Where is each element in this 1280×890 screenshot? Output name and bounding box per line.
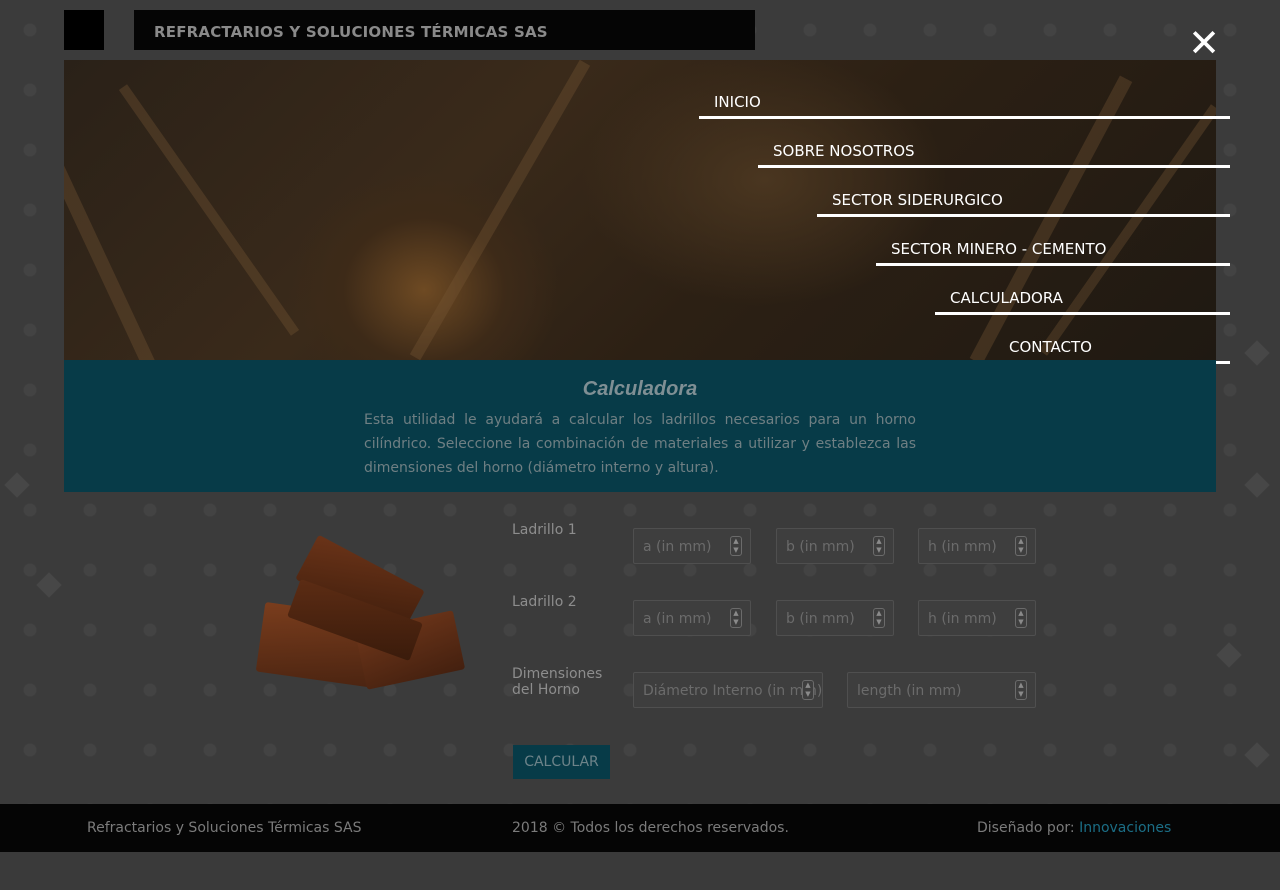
- ladrillo-1-a-input[interactable]: a (in mm) ▲ ▼: [633, 528, 751, 564]
- input-placeholder: b (in mm): [786, 539, 855, 555]
- page-bottom: [0, 852, 1280, 890]
- footer-company: Refractarios y Soluciones Térmicas SAS: [87, 820, 362, 836]
- ladrillo-2-a-input[interactable]: a (in mm) ▲ ▼: [633, 600, 751, 636]
- menu-item-sector-siderurgico[interactable]: SECTOR SIDERURGICO: [817, 168, 1230, 217]
- menu-item-label: CALCULADORA: [950, 289, 1063, 307]
- spinner-icon[interactable]: ▲ ▼: [730, 536, 742, 556]
- footer-copyright: 2018 © Todos los derechos reservados.: [512, 820, 789, 836]
- spinner-icon[interactable]: ▲ ▼: [1015, 536, 1027, 556]
- footer: Refractarios y Soluciones Térmicas SAS 2…: [0, 804, 1280, 852]
- spinner-icon[interactable]: ▲ ▼: [1015, 680, 1027, 700]
- calculator-description: Esta utilidad le ayudará a calcular los …: [364, 412, 916, 476]
- menu-item-inicio[interactable]: INICIO: [699, 70, 1230, 119]
- input-placeholder: h (in mm): [928, 611, 997, 627]
- menu-item-sector-minero-cemento[interactable]: SECTOR MINERO - CEMENTO: [876, 217, 1230, 266]
- input-placeholder: Diámetro Interno (in mm): [643, 683, 823, 699]
- menu-item-label: SECTOR MINERO - CEMENTO: [891, 240, 1107, 258]
- ladrillo-1-h-input[interactable]: h (in mm) ▲ ▼: [918, 528, 1036, 564]
- input-placeholder: length (in mm): [857, 683, 962, 699]
- ladrillo-1-b-input[interactable]: b (in mm) ▲ ▼: [776, 528, 894, 564]
- site-title: REFRACTARIOS Y SOLUCIONES TÉRMICAS SAS: [134, 10, 755, 50]
- calculator-header: Calculadora Esta utilidad le ayudará a c…: [64, 360, 1216, 492]
- brick-image: [250, 530, 470, 700]
- menu-item-sobre-nosotros[interactable]: SOBRE NOSOTROS: [758, 119, 1230, 168]
- spinner-icon[interactable]: ▲ ▼: [1015, 608, 1027, 628]
- menu-item-label: SECTOR SIDERURGICO: [832, 191, 1003, 209]
- menu-item-label: SOBRE NOSOTROS: [773, 142, 915, 160]
- spinner-icon[interactable]: ▲ ▼: [873, 608, 885, 628]
- length-input[interactable]: length (in mm) ▲ ▼: [847, 672, 1036, 708]
- diametro-interno-input[interactable]: Diámetro Interno (in mm) ▲ ▼: [633, 672, 823, 708]
- spinner-icon[interactable]: ▲ ▼: [802, 680, 814, 700]
- spinner-icon[interactable]: ▲ ▼: [730, 608, 742, 628]
- menu-item-calculadora[interactable]: CALCULADORA: [935, 266, 1230, 315]
- input-placeholder: a (in mm): [643, 539, 712, 555]
- spinner-icon[interactable]: ▲ ▼: [873, 536, 885, 556]
- input-placeholder: h (in mm): [928, 539, 997, 555]
- input-placeholder: a (in mm): [643, 611, 712, 627]
- calculator-title: Calculadora: [582, 378, 698, 400]
- close-icon: ✕: [1188, 21, 1220, 65]
- footer-designed-by: Diseñado por: Innovaciones: [977, 820, 1171, 836]
- logo[interactable]: [64, 10, 104, 50]
- input-placeholder: b (in mm): [786, 611, 855, 627]
- menu-item-contacto[interactable]: CONTACTO: [994, 315, 1230, 364]
- designer-link[interactable]: Innovaciones: [1079, 820, 1171, 836]
- ladrillo-2-label: Ladrillo 2: [512, 594, 577, 610]
- ladrillo-2-h-input[interactable]: h (in mm) ▲ ▼: [918, 600, 1036, 636]
- dimensiones-horno-label: Dimensiones del Horno: [512, 666, 603, 698]
- ladrillo-1-label: Ladrillo 1: [512, 522, 577, 538]
- close-menu-button[interactable]: ✕: [1186, 24, 1222, 62]
- menu-item-label: INICIO: [714, 93, 761, 111]
- ladrillo-2-b-input[interactable]: b (in mm) ▲ ▼: [776, 600, 894, 636]
- calcular-button[interactable]: CALCULAR: [513, 745, 610, 779]
- menu-item-label: CONTACTO: [1009, 338, 1092, 356]
- designed-by-label: Diseñado por:: [977, 820, 1080, 836]
